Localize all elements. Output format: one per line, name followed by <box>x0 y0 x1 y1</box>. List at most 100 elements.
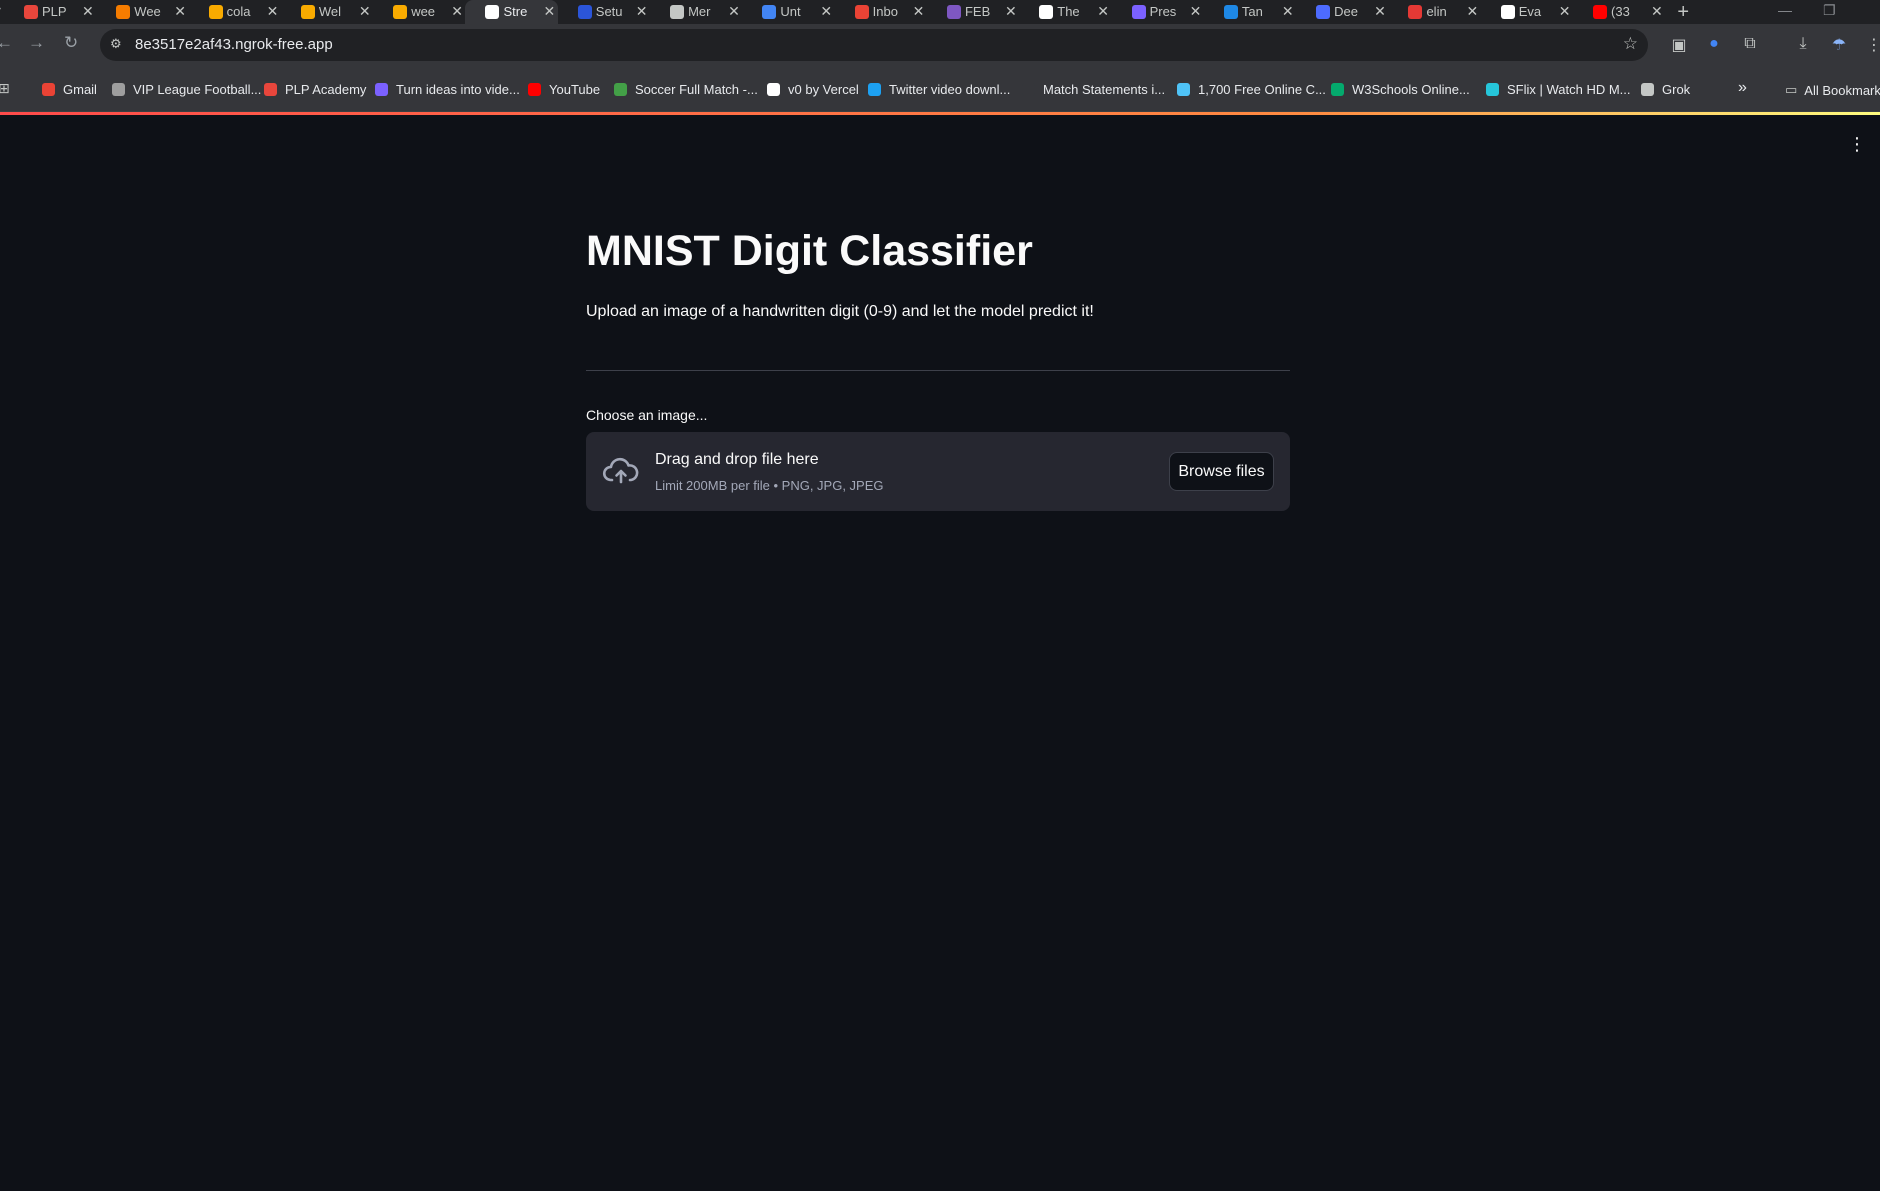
browser-tab[interactable]: FEB ✕ <box>927 0 1019 24</box>
bookmark-favicon-icon <box>1486 83 1499 96</box>
address-bar[interactable]: ⚙ 8e3517e2af43.ngrok-free.app ☆ <box>100 29 1648 61</box>
tab-close-icon[interactable]: ✕ <box>820 3 832 20</box>
browser-tab[interactable]: The ✕ <box>1019 0 1111 24</box>
profile-avatar-icon[interactable]: ☂ <box>1829 35 1849 55</box>
tab-title: wee <box>411 4 436 19</box>
bookmark-item[interactable]: Grok <box>1641 82 1690 97</box>
bookmark-item[interactable]: VIP League Football... <box>112 82 261 97</box>
tab-close-icon[interactable]: ✕ <box>1097 3 1109 20</box>
restore-icon[interactable]: ❐ <box>1823 2 1836 19</box>
all-bookmarks-button[interactable]: ▭ All Bookmarks <box>1785 82 1880 98</box>
apps-grid-icon[interactable]: ⊞ <box>0 80 10 97</box>
bookmark-item[interactable]: 1,700 Free Online C... <box>1177 82 1326 97</box>
reload-icon[interactable]: ↻ <box>64 33 78 53</box>
file-dropzone[interactable]: Drag and drop file here Limit 200MB per … <box>586 432 1290 511</box>
bookmark-item[interactable]: PLP Academy <box>264 82 366 97</box>
tab-close-icon[interactable]: ✕ <box>1005 3 1017 20</box>
extensions-puzzle-icon[interactable]: ⧉ <box>1740 35 1760 55</box>
extension-blue-icon[interactable]: ● <box>1704 35 1724 55</box>
bookmark-favicon-icon <box>1177 83 1190 96</box>
extension-cast-icon[interactable]: ▣ <box>1669 35 1689 55</box>
browser-tab[interactable]: Wel ✕ <box>281 0 373 24</box>
tab-close-icon[interactable]: ✕ <box>267 3 279 20</box>
bookmark-label: PLP Academy <box>285 82 367 97</box>
tab-title: Wee <box>134 4 161 19</box>
tab-favicon-icon <box>1039 5 1054 19</box>
tab-close-icon[interactable]: ✕ <box>359 3 371 20</box>
browser-tab[interactable]: Dee ✕ <box>1296 0 1388 24</box>
downloads-icon[interactable]: ⤓ <box>1793 35 1813 55</box>
more-bookmarks-button[interactable]: » <box>1738 79 1747 97</box>
page-subtitle: Upload an image of a handwritten digit (… <box>586 303 1094 320</box>
tab-title: The <box>1057 4 1080 19</box>
browser-tab[interactable]: (33 ✕ <box>1573 0 1665 24</box>
browser-tab[interactable]: Stre ✕ <box>465 0 558 24</box>
tab-search-icon[interactable]: ▾ <box>0 2 1 19</box>
tab-close-icon[interactable]: ✕ <box>1190 3 1202 20</box>
tab-close-icon[interactable]: ✕ <box>636 3 648 20</box>
site-info-icon[interactable]: ⚙ <box>110 36 122 52</box>
tab-close-icon[interactable]: ✕ <box>1374 3 1386 20</box>
browser-tab[interactable]: Pres ✕ <box>1112 0 1204 24</box>
divider <box>586 370 1290 371</box>
upload-cloud-icon <box>602 457 639 484</box>
browser-tab[interactable]: Wee ✕ <box>96 0 188 24</box>
bookmark-item[interactable]: W3Schools Online... <box>1331 82 1470 97</box>
tab-favicon-icon <box>854 5 869 19</box>
forward-icon[interactable]: → <box>28 33 45 53</box>
browser-menu-icon[interactable]: ⋮ <box>1864 35 1880 55</box>
bookmark-favicon-icon <box>868 83 881 96</box>
browser-tab[interactable]: elin ✕ <box>1388 0 1480 24</box>
browser-tab[interactable]: PLP ✕ <box>4 0 96 24</box>
browse-files-button[interactable]: Browse files <box>1169 452 1274 491</box>
tab-favicon-icon <box>1223 5 1238 19</box>
bookmark-item[interactable]: Soccer Full Match -... <box>614 82 758 97</box>
tab-title: Inbo <box>872 4 898 19</box>
tab-close-icon[interactable]: ✕ <box>1282 3 1294 20</box>
back-icon[interactable]: ← <box>0 33 13 53</box>
minimize-icon[interactable]: — <box>1778 2 1792 18</box>
url-text[interactable]: 8e3517e2af43.ngrok-free.app <box>135 36 333 53</box>
bookmark-item[interactable]: SFlix | Watch HD M... <box>1486 82 1631 97</box>
browser-tab[interactable]: Mer ✕ <box>650 0 742 24</box>
tab-close-icon[interactable]: ✕ <box>728 3 740 20</box>
bookmark-label: Turn ideas into vide... <box>396 82 520 97</box>
bookmark-favicon-icon <box>1641 83 1654 96</box>
tab-close-icon[interactable]: ✕ <box>1466 3 1478 20</box>
tab-favicon-icon <box>1316 5 1331 19</box>
bookmark-item[interactable]: Turn ideas into vide... <box>375 82 520 97</box>
tab-close-icon[interactable]: ✕ <box>174 3 186 20</box>
new-tab-button[interactable]: + <box>1677 1 1689 24</box>
bookmark-label: 1,700 Free Online C... <box>1198 82 1326 97</box>
bookmark-item[interactable]: Twitter video downl... <box>868 82 1010 97</box>
tab-strip: ▾ PLP✕Wee✕cola✕Wel✕wee✕Stre✕Setu✕Mer✕Unt… <box>0 0 1880 24</box>
tab-close-icon[interactable]: ✕ <box>1559 3 1571 20</box>
bookmark-item[interactable]: YouTube <box>528 82 600 97</box>
bookmark-item[interactable]: Match Statements i... <box>1022 82 1165 97</box>
bookmark-item[interactable]: v0 by Vercel <box>767 82 859 97</box>
tab-title: Wel <box>318 4 342 19</box>
bookmark-favicon-icon <box>375 83 388 96</box>
tab-favicon-icon <box>393 5 408 19</box>
tab-close-icon[interactable]: ✕ <box>1651 3 1663 20</box>
bookmark-star-icon[interactable]: ☆ <box>1623 34 1638 54</box>
tab-close-icon[interactable]: ✕ <box>82 3 94 20</box>
browser-tab[interactable]: Eva ✕ <box>1481 0 1573 24</box>
tab-title: Stre <box>503 4 528 19</box>
tab-close-icon[interactable]: ✕ <box>543 3 555 20</box>
browser-tab[interactable]: cola ✕ <box>189 0 281 24</box>
all-bookmarks-label: All Bookmarks <box>1804 82 1880 98</box>
browser-tab[interactable]: Unt ✕ <box>742 0 834 24</box>
bookmark-label: YouTube <box>549 82 601 97</box>
bookmark-item[interactable]: Gmail <box>42 82 97 97</box>
browser-tab[interactable]: wee ✕ <box>373 0 465 24</box>
browser-tab[interactable]: Inbo ✕ <box>835 0 927 24</box>
tab-close-icon[interactable]: ✕ <box>451 3 463 20</box>
tab-list: PLP ✕ Wee ✕ cola ✕ Wel ✕ wee ✕ Stre ✕ Setu ✕ Mer ✕ Unt ✕ I… <box>4 0 1665 24</box>
app-menu-icon[interactable]: ⋮ <box>1848 135 1866 153</box>
browser-tab[interactable]: Tan ✕ <box>1204 0 1296 24</box>
bookmark-favicon-icon <box>112 83 125 96</box>
browser-tab[interactable]: Setu ✕ <box>558 0 650 24</box>
bookmark-favicon-icon <box>767 83 780 96</box>
tab-close-icon[interactable]: ✕ <box>913 3 925 20</box>
